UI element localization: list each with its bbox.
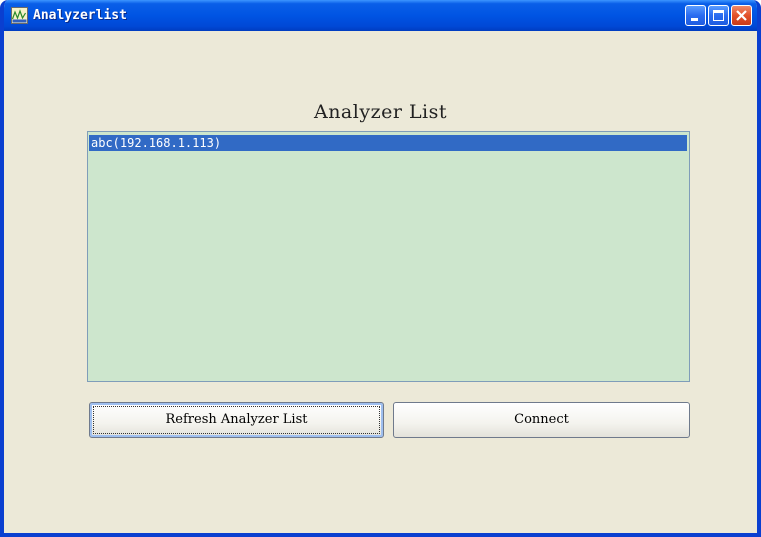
window-title: Analyzerlist — [33, 8, 127, 23]
minimize-button[interactable] — [685, 5, 706, 26]
analyzer-list-heading: Analyzer List — [313, 101, 448, 123]
app-window: Analyzerlist Analyzer List abc(192.168.1… — [0, 0, 761, 537]
close-icon — [736, 10, 747, 21]
analyzer-listbox[interactable]: abc(192.168.1.113) — [87, 131, 690, 382]
list-item-analyzer[interactable]: abc(192.168.1.113) — [89, 135, 687, 151]
refresh-analyzer-list-button[interactable]: Refresh Analyzer List — [89, 402, 384, 438]
close-button[interactable] — [731, 5, 752, 26]
title-bar[interactable]: Analyzerlist — [4, 0, 757, 31]
maximize-button[interactable] — [708, 5, 729, 26]
app-icon — [11, 7, 28, 24]
minimize-icon — [691, 18, 698, 21]
connect-button[interactable]: Connect — [393, 402, 690, 438]
maximize-icon — [713, 10, 724, 21]
window-content: Analyzer List abc(192.168.1.113) Refresh… — [4, 31, 757, 533]
